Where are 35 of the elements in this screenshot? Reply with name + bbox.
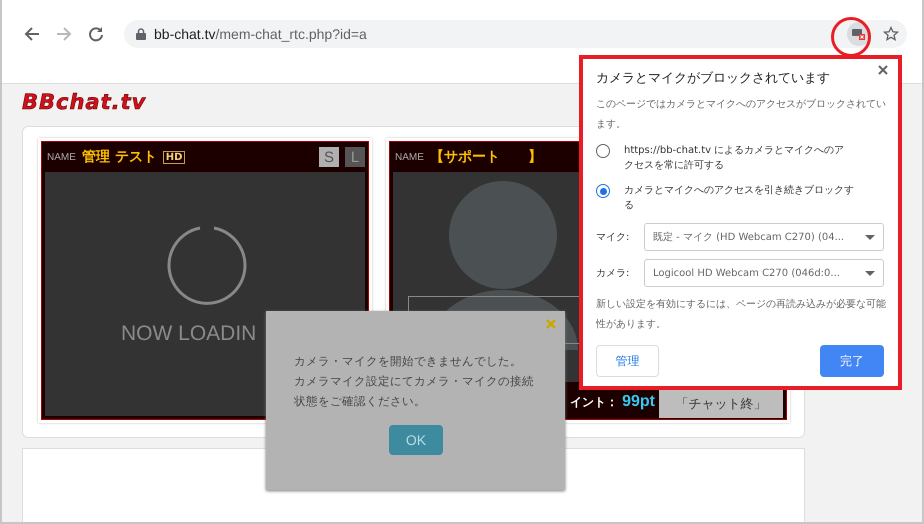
reload-note: 新しい設定を有効にするには、ページの再読み込みが必要な可能性があります。 [596, 298, 887, 332]
device-label: カメラ: [596, 267, 630, 280]
dropdown-caret-icon [865, 234, 875, 240]
points-label: イント： [570, 394, 618, 410]
option-label[interactable]: https://bb-chat.tv によるカメラとマイクへのアクセスを常に許可する [624, 143, 854, 173]
url-text: bb-chat.tv/mem-chat_rtc.php?id=a [154, 26, 368, 42]
reload-icon[interactable] [88, 26, 104, 42]
size-button[interactable]: S [319, 147, 339, 167]
dropdown-caret-icon [865, 270, 875, 276]
name-label: NAME [47, 152, 76, 162]
popup-title: カメラとマイクがブロックされています [596, 70, 831, 87]
points-value: 99pt [622, 393, 655, 411]
loading-spinner-icon [166, 225, 248, 307]
error-message: カメラ・マイクを開始できませんでした。 カメラマイク設定にてカメラ・マイクの接続 状態をご確認ください。 [294, 353, 535, 410]
radio-button[interactable] [596, 144, 610, 158]
address-bar[interactable]: bb-chat.tv/mem-chat_rtc.php?id=a [124, 20, 907, 48]
manage-button[interactable]: 管理 [596, 345, 659, 377]
done-button[interactable]: 完了 [820, 345, 884, 377]
hd-badge: HD [162, 150, 186, 164]
loading-text: NOW LOADIN [121, 322, 256, 346]
option-label[interactable]: カメラとマイクへのアクセスを引き続きブロックする [624, 183, 854, 213]
radio-button[interactable] [596, 184, 610, 198]
device-dropdown[interactable]: 既定 - マイク (HD Webcam C270) (04... [644, 223, 884, 251]
user-name: 管理 テスト [82, 148, 157, 166]
popup-description: このページではカメラとマイクへのアクセスがブロックされています。 [596, 98, 887, 132]
site-logo[interactable]: BBchat.tv [22, 90, 187, 114]
end-chat-button[interactable]: 「チャット終」 [659, 390, 783, 418]
device-dropdown[interactable]: Logicool HD Webcam C270 (046d:0... [644, 259, 884, 287]
name-label: NAME [395, 152, 424, 162]
star-icon[interactable] [883, 26, 899, 42]
back-icon[interactable] [24, 26, 40, 42]
user-name: 【サポート 】 [430, 148, 542, 166]
lock-icon [136, 28, 146, 40]
device-label: マイク: [596, 231, 630, 244]
close-icon[interactable] [878, 65, 888, 75]
